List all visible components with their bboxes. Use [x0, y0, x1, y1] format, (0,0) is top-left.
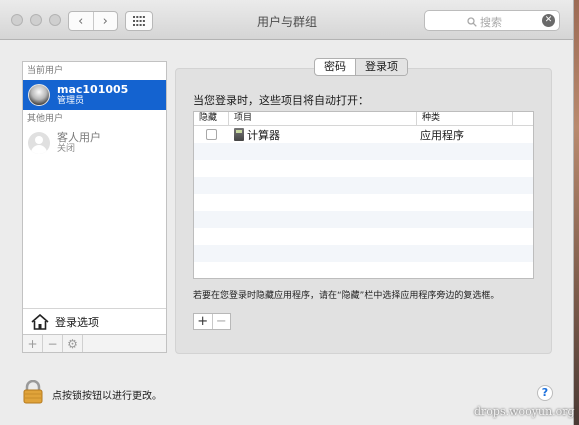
remove-user-button[interactable]: − [43, 335, 63, 352]
column-kind[interactable]: 种类 [417, 112, 513, 125]
search-icon [467, 17, 477, 27]
login-options-label: 登录选项 [55, 315, 99, 329]
tab-bar: 密码 登录项 [314, 58, 408, 76]
calculator-icon [234, 128, 244, 141]
column-hide[interactable]: 隐藏 [194, 112, 229, 125]
table-row [194, 211, 533, 228]
item-kind: 应用程序 [420, 128, 464, 142]
current-users-heading: 当前用户 [27, 66, 64, 76]
title-bar: ‹ › 用户与群组 搜索 ✕ [0, 0, 573, 40]
search-field[interactable]: 搜索 ✕ [424, 10, 560, 31]
add-login-item-button[interactable]: + [194, 314, 212, 329]
help-button[interactable]: ? [537, 385, 553, 401]
users-sidebar: 当前用户 mac101005 管理员 其他用户 客人用户 关闭 登录选项 + −… [22, 61, 167, 353]
login-items-table: 隐藏 项目 种类 计算器 应用程序 [193, 111, 534, 279]
user-item-guest[interactable]: 客人用户 关闭 [23, 128, 166, 158]
table-row [194, 194, 533, 211]
guest-name: 客人用户 [57, 130, 101, 144]
user-item-admin[interactable]: mac101005 管理员 [23, 80, 166, 110]
hide-checkbox[interactable] [206, 129, 217, 140]
table-row [194, 160, 533, 177]
table-header: 隐藏 项目 种类 [194, 112, 533, 126]
house-icon [31, 313, 49, 330]
gear-icon[interactable]: ⚙ [63, 335, 83, 352]
table-row[interactable]: 计算器 应用程序 [194, 126, 533, 143]
lock-message: 点按锁按钮以进行更改。 [52, 391, 162, 402]
users-groups-window: ‹ › 用户与群组 搜索 ✕ 当前用户 mac101005 管理员 其他用户 客… [0, 0, 574, 425]
remove-login-item-button[interactable]: − [211, 314, 231, 329]
hide-instructions: 若要在您登录时隐藏应用程序，请在“隐藏”栏中选择应用程序旁边的复选框。 [193, 291, 500, 301]
login-options-item[interactable]: 登录选项 [23, 308, 166, 334]
add-user-button[interactable]: + [23, 335, 43, 352]
tab-password[interactable]: 密码 [315, 59, 355, 75]
column-item[interactable]: 项目 [229, 112, 417, 125]
sidebar-toolbar: + − ⚙ [23, 334, 166, 352]
table-body: 计算器 应用程序 [194, 126, 533, 278]
tab-login-items[interactable]: 登录项 [355, 59, 407, 75]
table-row [194, 262, 533, 278]
login-items-heading: 当您登录时，这些项目将自动打开： [193, 94, 369, 107]
guest-status: 关闭 [57, 143, 76, 154]
avatar [28, 84, 50, 106]
watermark: drops.wooyun.org [474, 405, 575, 418]
user-role: 管理员 [57, 95, 85, 106]
lock-button[interactable] [22, 379, 44, 407]
lock-icon [23, 379, 43, 404]
table-row [194, 143, 533, 160]
search-placeholder: 搜索 [480, 16, 502, 29]
table-row [194, 228, 533, 245]
add-remove-login-item: + − [193, 313, 231, 330]
guest-avatar-icon [28, 132, 50, 154]
user-name: mac101005 [57, 82, 129, 96]
other-users-heading: 其他用户 [27, 114, 64, 124]
item-name: 计算器 [247, 128, 280, 142]
clear-search-icon[interactable]: ✕ [542, 14, 555, 27]
table-row [194, 177, 533, 194]
table-row [194, 245, 533, 262]
